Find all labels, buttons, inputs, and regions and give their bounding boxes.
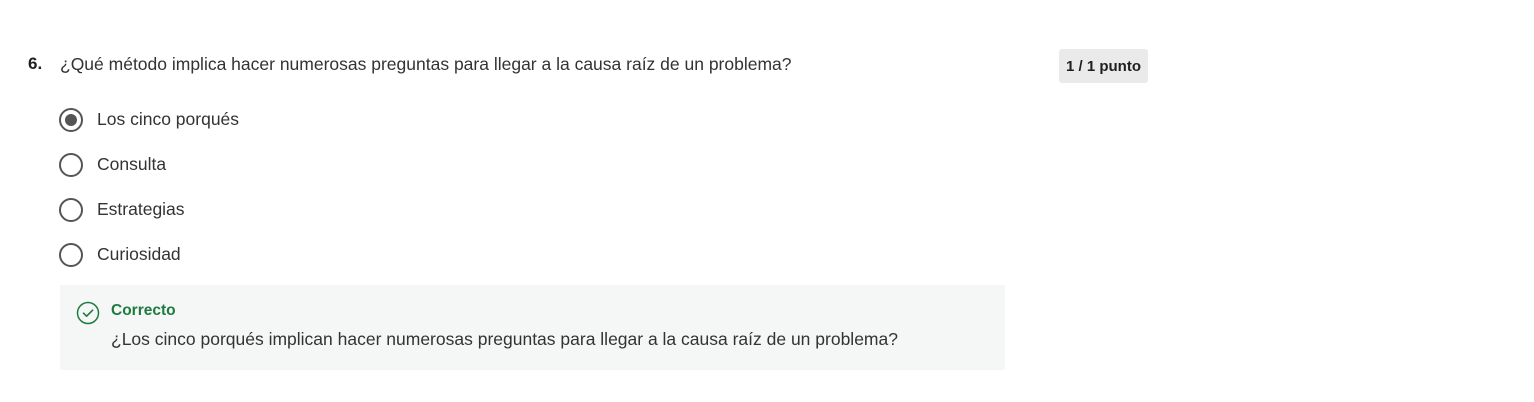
question-text: ¿Qué método implica hacer numerosas preg… [60,54,792,74]
option-label: Los cinco porqués [97,109,240,129]
score-badge: 1 / 1 punto [1059,49,1148,83]
radio-button[interactable] [59,198,83,222]
answer-options: Los cinco porqués Consulta Estrategias C… [59,107,239,287]
radio-button[interactable] [59,153,83,177]
feedback-status: Correcto [111,302,176,319]
check-circle-icon [76,301,100,325]
radio-button-selected[interactable] [59,108,83,132]
option-label: Curiosidad [97,244,181,264]
question-number: 6. [28,54,43,73]
option-los-cinco-porques[interactable]: Los cinco porqués [59,107,239,152]
feedback-panel: Correcto ¿Los cinco porqués implican hac… [60,285,1005,370]
option-estrategias[interactable]: Estrategias [59,197,239,242]
radio-button[interactable] [59,243,83,267]
option-label: Consulta [97,154,167,174]
option-consulta[interactable]: Consulta [59,152,239,197]
option-curiosidad[interactable]: Curiosidad [59,242,239,287]
option-label: Estrategias [97,199,185,219]
feedback-text: ¿Los cinco porqués implican hacer numero… [111,329,898,349]
